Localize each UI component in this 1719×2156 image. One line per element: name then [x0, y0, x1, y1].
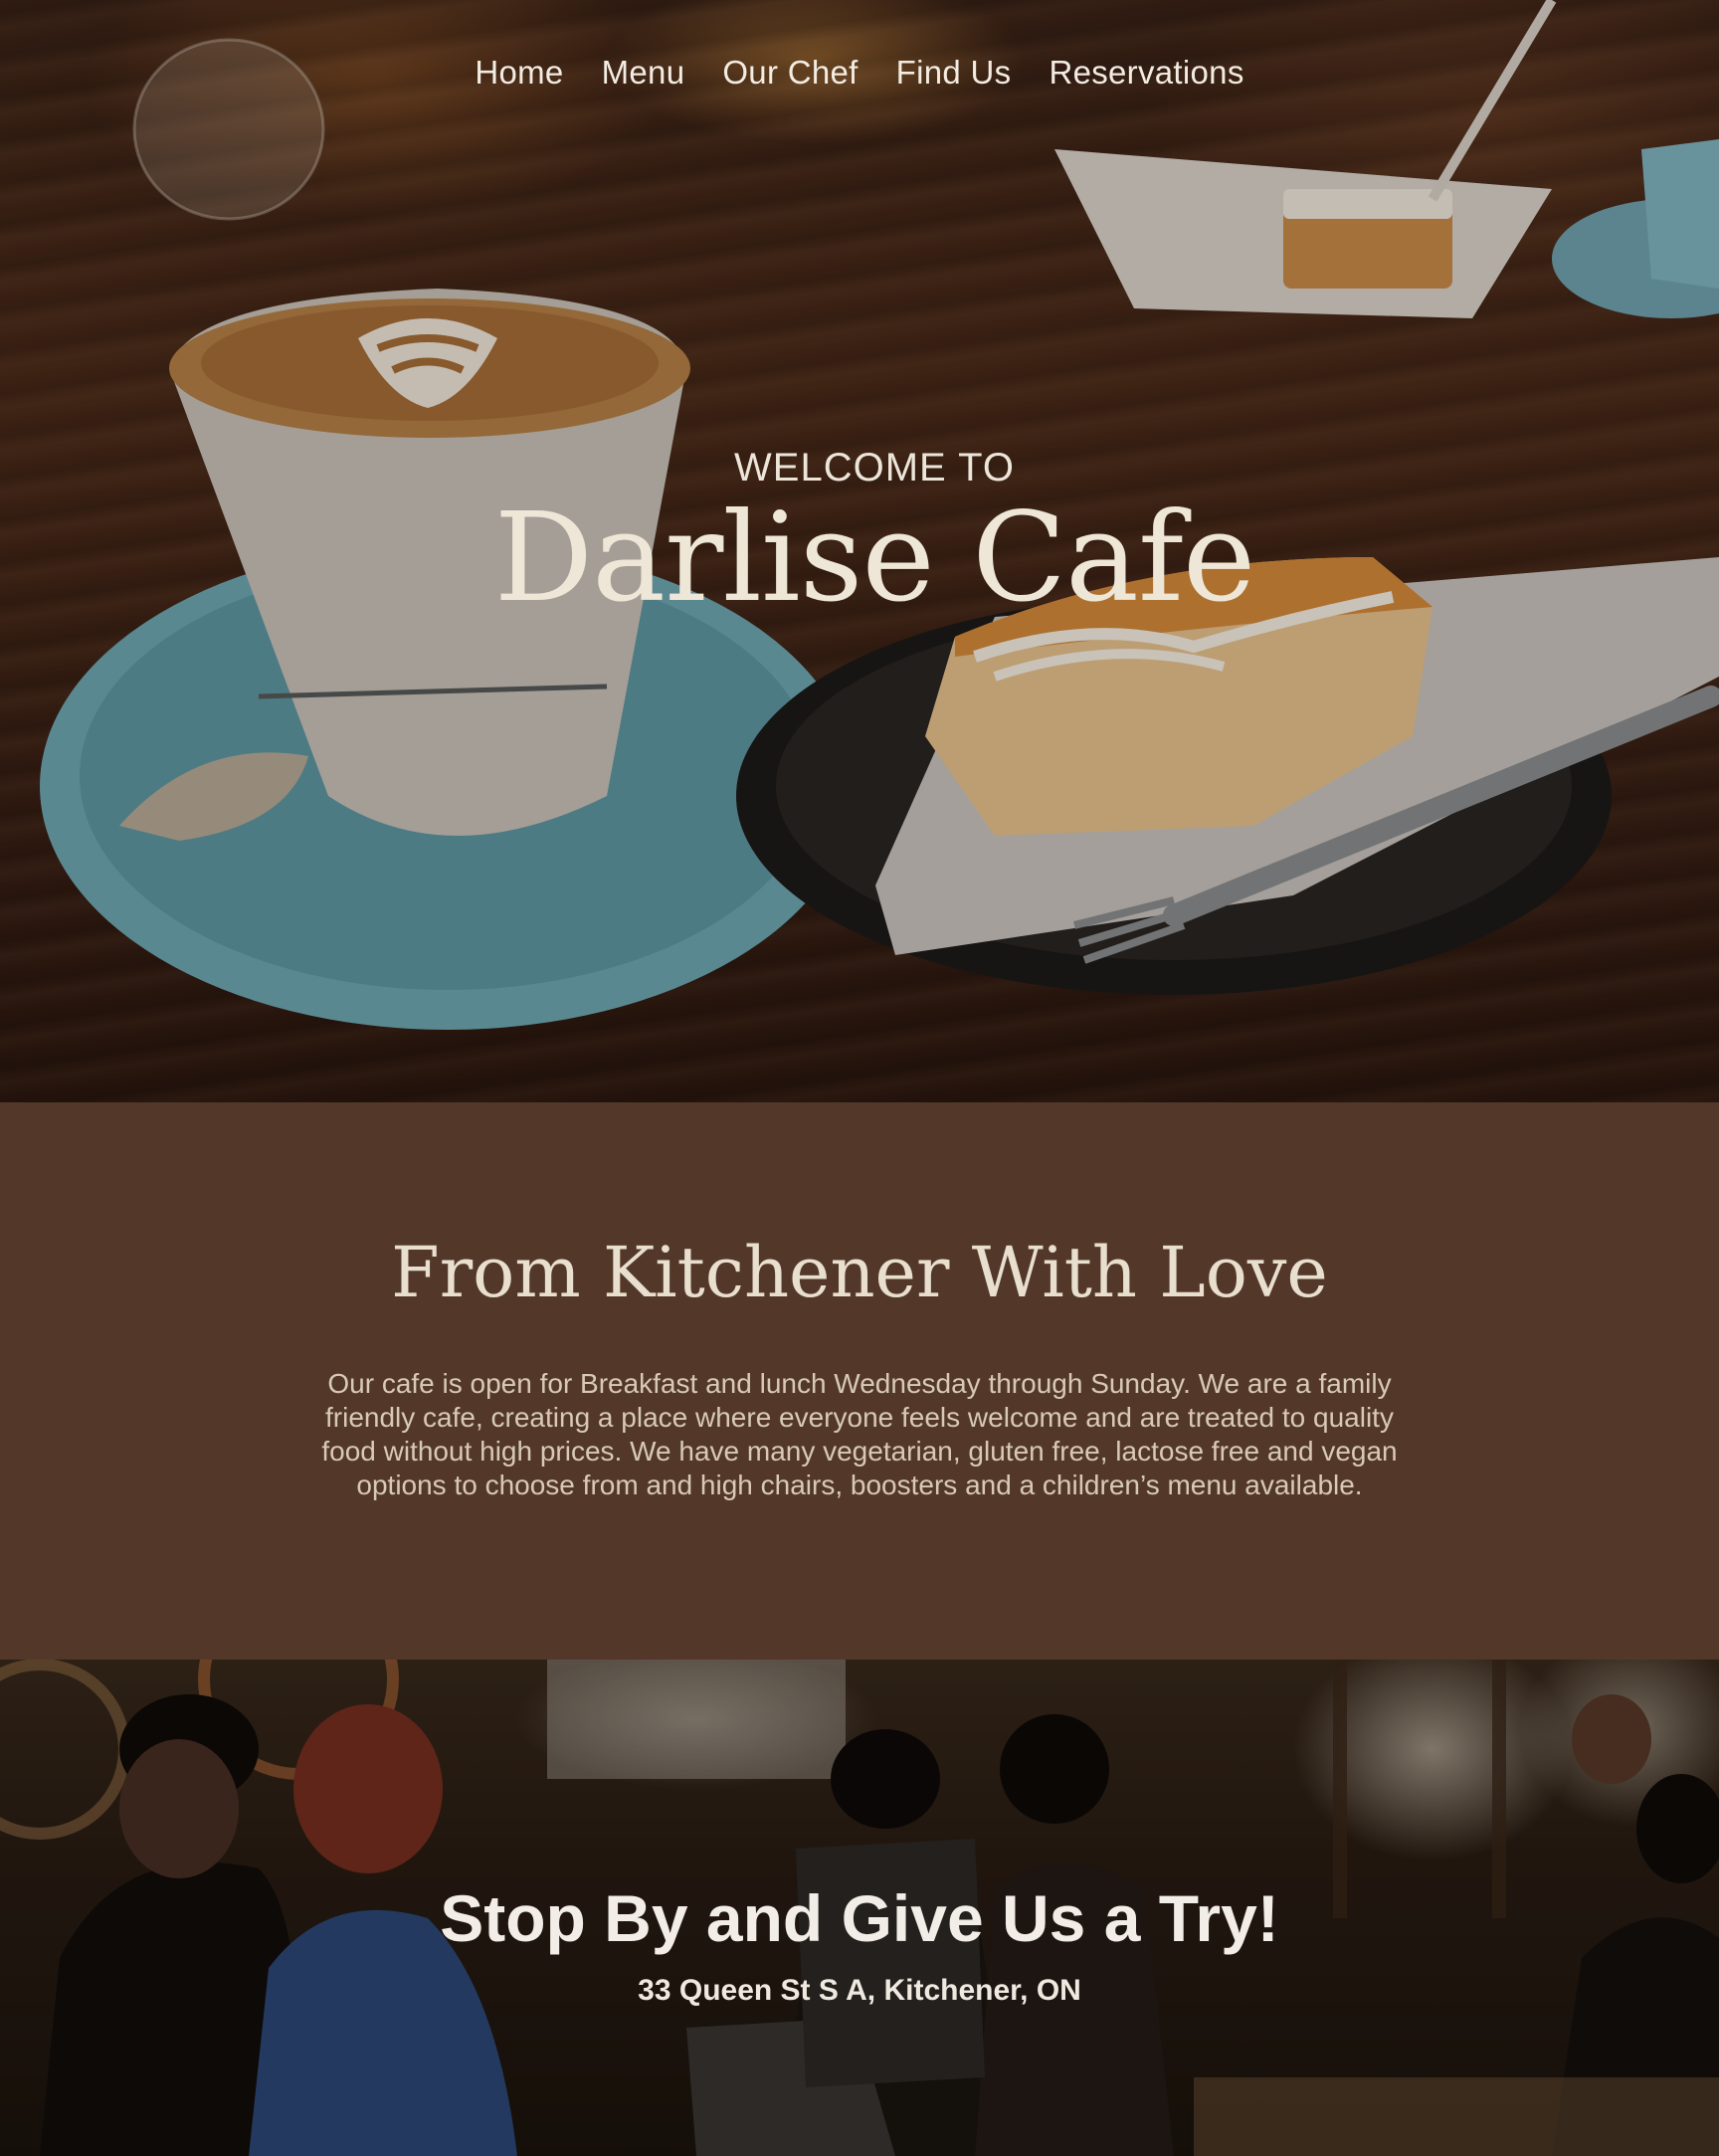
about-section: From Kitchener With Love Our cafe is ope…: [0, 1102, 1719, 1660]
nav-our-chef[interactable]: Our Chef: [722, 54, 858, 92]
nav-home[interactable]: Home: [475, 54, 563, 92]
about-heading: From Kitchener With Love: [391, 1232, 1328, 1313]
hero-heading: WELCOME TO Darlise Cafe: [0, 446, 1719, 620]
visit-section: Stop By and Give Us a Try! 33 Queen St S…: [0, 1660, 1719, 2156]
nav-find-us[interactable]: Find Us: [896, 54, 1012, 92]
hero-section: Home Menu Our Chef Find Us Reservations …: [0, 0, 1719, 1102]
visit-address: 33 Queen St S A, Kitchener, ON: [638, 1974, 1081, 2007]
visit-heading: Stop By and Give Us a Try!: [440, 1881, 1279, 1955]
about-body: Our cafe is open for Breakfast and lunch…: [321, 1368, 1398, 1500]
hero-title: Darlise Cafe: [493, 487, 1255, 630]
main-nav: Home Menu Our Chef Find Us Reservations: [0, 54, 1719, 92]
nav-menu[interactable]: Menu: [602, 54, 685, 92]
hero-kicker: WELCOME TO: [734, 446, 1015, 490]
nav-reservations[interactable]: Reservations: [1049, 54, 1243, 92]
